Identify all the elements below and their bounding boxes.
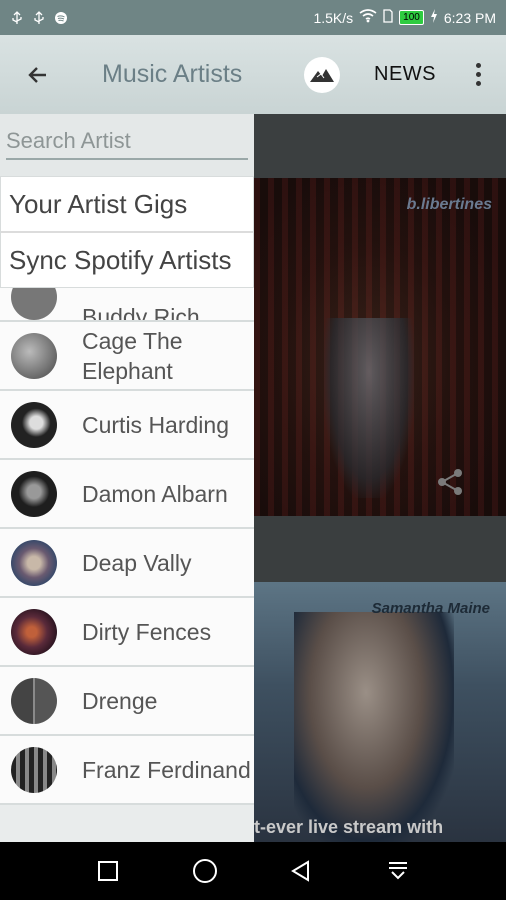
status-icons-left xyxy=(10,10,68,25)
square-icon xyxy=(98,861,119,881)
battery-indicator: 100 xyxy=(399,10,424,25)
performer-figure xyxy=(324,318,414,498)
home-button[interactable] xyxy=(190,856,220,886)
menu-item-artist-gigs[interactable]: Your Artist Gigs xyxy=(1,177,253,231)
app-logo-button[interactable] xyxy=(304,56,340,93)
card-headline: t-ever live stream with xyxy=(254,817,444,837)
triangle-back-icon xyxy=(291,860,310,882)
app-bar: Music Artists NEWS xyxy=(0,35,506,114)
usb-icon-2 xyxy=(32,10,46,25)
list-item[interactable]: Deap Vally xyxy=(0,529,254,598)
overflow-menu-button[interactable] xyxy=(468,55,488,95)
share-icon[interactable] xyxy=(434,466,466,498)
list-item[interactable]: Buddy Rich xyxy=(0,288,254,322)
card-caption: b.libertines xyxy=(406,196,492,213)
circle-icon xyxy=(192,859,217,883)
news-button[interactable]: NEWS xyxy=(374,63,436,86)
sim-icon xyxy=(383,9,393,26)
status-bar: 1.5K/s 100 6:23 PM xyxy=(0,0,506,35)
list-item[interactable]: Drenge xyxy=(0,667,254,736)
news-feed-background: b.libertines Samantha Maine t-ever live … xyxy=(254,114,506,842)
artist-name: Cage The Elephant xyxy=(82,327,183,384)
avatar xyxy=(11,470,57,517)
news-card[interactable]: Samantha Maine t-ever live stream with xyxy=(254,582,506,842)
artist-drawer: Your Artist Gigs Sync Spotify Artists Bu… xyxy=(0,114,254,842)
list-item[interactable]: Dirty Fences xyxy=(0,598,254,667)
back-arrow-icon xyxy=(28,66,46,83)
mountain-logo-icon xyxy=(310,68,334,82)
back-button[interactable] xyxy=(0,35,76,114)
notification-pull-button[interactable] xyxy=(383,856,413,886)
feed-top-area xyxy=(254,114,506,178)
charging-icon xyxy=(430,9,438,26)
artist-name: Franz Ferdinand xyxy=(82,756,251,783)
drawer-menu: Your Artist Gigs Sync Spotify Artists xyxy=(0,176,254,288)
card-caption: Samantha Maine xyxy=(371,600,490,617)
page-title: Music Artists xyxy=(102,60,243,88)
avatar xyxy=(11,677,57,724)
system-nav-bar xyxy=(0,842,506,900)
avatar xyxy=(11,746,57,793)
wifi-icon xyxy=(359,9,377,26)
network-speed: 1.5K/s xyxy=(313,9,354,26)
recents-button[interactable] xyxy=(93,856,123,886)
pull-down-icon xyxy=(388,862,407,880)
usb-icon xyxy=(10,10,24,25)
avatar xyxy=(11,332,57,379)
menu-dot-icon xyxy=(475,81,481,86)
feed-divider xyxy=(254,516,506,582)
status-icons-right: 1.5K/s 100 6:23 PM xyxy=(313,9,496,26)
back-nav-button[interactable] xyxy=(286,856,316,886)
list-item[interactable]: Damon Albarn xyxy=(0,460,254,529)
clock: 6:23 PM xyxy=(443,9,496,26)
search-container xyxy=(0,114,254,176)
menu-dot-icon xyxy=(475,63,481,68)
avatar xyxy=(11,608,57,655)
artist-name: Dirty Fences xyxy=(82,618,212,645)
avatar xyxy=(11,288,57,320)
news-card[interactable]: b.libertines xyxy=(254,178,506,516)
menu-item-sync-spotify[interactable]: Sync Spotify Artists xyxy=(1,231,253,287)
artist-name: Damon Albarn xyxy=(82,480,228,507)
avatar xyxy=(11,401,57,448)
artist-name: Drenge xyxy=(82,687,158,714)
list-item[interactable]: Cage The Elephant xyxy=(0,322,254,391)
list-item[interactable]: Franz Ferdinand xyxy=(0,736,254,805)
search-input[interactable] xyxy=(6,128,248,160)
artist-list: Buddy Rich Cage The Elephant Curtis Hard… xyxy=(0,288,254,805)
artist-name: Buddy Rich xyxy=(82,304,200,322)
avatar xyxy=(11,539,57,586)
artist-name: Curtis Harding xyxy=(82,411,229,438)
card-image xyxy=(294,612,454,842)
spotify-icon xyxy=(54,11,68,25)
artist-name: Deap Vally xyxy=(82,549,192,576)
menu-dot-icon xyxy=(475,72,481,77)
list-item[interactable]: Curtis Harding xyxy=(0,391,254,460)
